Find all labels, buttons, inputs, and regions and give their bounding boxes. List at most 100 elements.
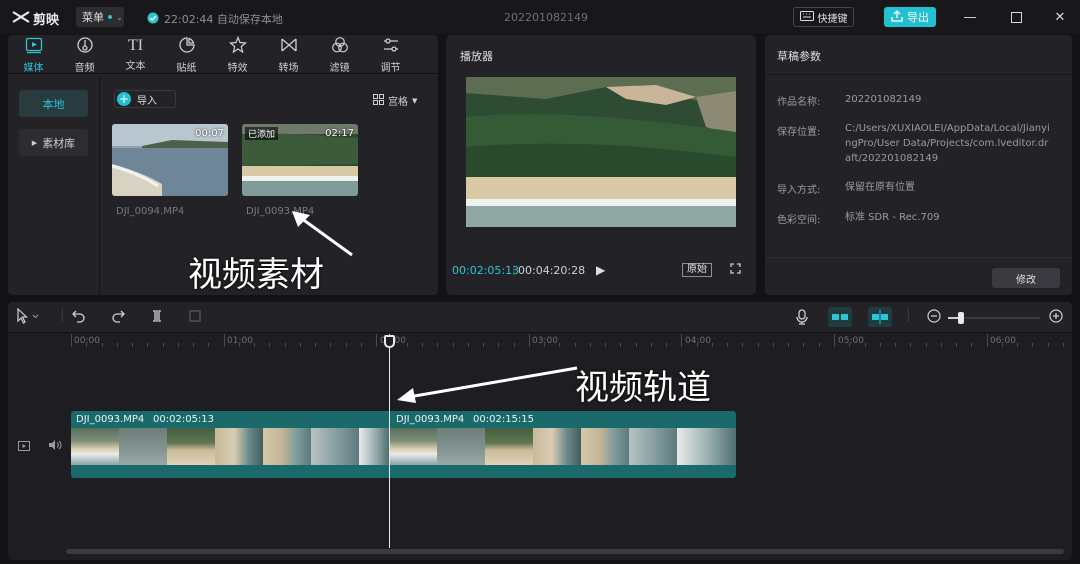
filmstrip-frame bbox=[437, 428, 485, 465]
current-time: 00:02:05:13 bbox=[452, 264, 520, 277]
tab-effects[interactable]: 特效 bbox=[212, 35, 263, 74]
media-clip-thumbnail[interactable]: 00:07 bbox=[112, 124, 228, 196]
player-title: 播放器 bbox=[460, 50, 493, 63]
redo-icon[interactable] bbox=[111, 309, 125, 327]
playhead-handle[interactable] bbox=[384, 335, 395, 348]
export-icon bbox=[891, 9, 903, 25]
grid-icon bbox=[373, 93, 384, 108]
tab-label: 媒体 bbox=[23, 62, 44, 74]
tab-label: 特效 bbox=[227, 62, 248, 74]
tab-label: 转场 bbox=[278, 62, 299, 74]
field-label: 保存位置: bbox=[777, 127, 821, 138]
audio-icon bbox=[76, 36, 94, 57]
zoom-in-icon[interactable] bbox=[1049, 309, 1063, 327]
video-track-icon bbox=[18, 441, 30, 454]
edit-button[interactable]: 修改 bbox=[992, 268, 1060, 288]
tick-label: 03:00 bbox=[532, 336, 558, 346]
save-status-text: 22:02:44 自动保存本地 bbox=[164, 13, 283, 26]
video-preview[interactable] bbox=[466, 77, 736, 227]
save-status: 22:02:44 自动保存本地 bbox=[147, 11, 283, 27]
menu-label: 菜单 bbox=[82, 11, 104, 24]
delete-icon[interactable] bbox=[188, 309, 202, 327]
snap-icon[interactable] bbox=[828, 307, 852, 331]
annotation-track: 视频轨道 bbox=[575, 368, 711, 408]
tab-label: 滤镜 bbox=[329, 62, 350, 74]
field-label: 作品名称: bbox=[777, 97, 821, 108]
timeline-panel: | | 00:00 01:00 03:00 04:00 05:00 06:00 … bbox=[8, 302, 1072, 560]
side-item-local[interactable]: 本地 bbox=[19, 90, 88, 117]
sticker-icon bbox=[178, 36, 196, 57]
tab-sticker[interactable]: 贴纸 bbox=[161, 35, 212, 74]
field-value: C:/Users/XUXIAOLEI/AppData/Local/Jianyin… bbox=[845, 123, 1050, 164]
split-icon[interactable] bbox=[150, 309, 164, 327]
menu-button[interactable]: 菜单 ⌄ bbox=[76, 7, 124, 27]
zoom-out-icon[interactable] bbox=[927, 309, 941, 327]
field-label: 色彩空间: bbox=[777, 215, 821, 226]
export-button[interactable]: 导出 bbox=[884, 7, 936, 27]
fullscreen-icon[interactable] bbox=[730, 263, 741, 277]
close-icon[interactable]: ✕ bbox=[1052, 9, 1068, 25]
filmstrip-frame bbox=[677, 428, 736, 465]
field-value: 202201082149 bbox=[845, 94, 922, 105]
filter-icon bbox=[331, 36, 349, 57]
media-clip-thumbnail[interactable]: 已添加 02:17 bbox=[242, 124, 358, 196]
tab-filter[interactable]: 滤镜 bbox=[314, 35, 365, 74]
video-track-clip[interactable]: DJI_0093.MP4 00:02:05:13 DJI_0093.MP4 00… bbox=[71, 411, 736, 478]
ratio-button[interactable]: 原始 bbox=[682, 263, 712, 277]
filmstrip-frame bbox=[263, 428, 311, 465]
field-value: 标准 SDR - Rec.709 bbox=[845, 212, 940, 223]
aerial-beach-preview-image bbox=[466, 77, 736, 227]
chevron-down-icon: ⌄ bbox=[116, 12, 123, 22]
total-time: 00:04:20:28 bbox=[518, 264, 586, 277]
media-panel: 媒体 音频 TI 文本 贴纸 特效 转场 滤镜 调节 本地 ▶ 素材库 + 导入… bbox=[8, 35, 438, 295]
export-label: 导出 bbox=[907, 11, 929, 24]
keyboard-icon bbox=[799, 10, 814, 24]
filmstrip-frame bbox=[629, 428, 677, 465]
timeline-ruler[interactable]: 00:00 01:00 02:00 03:00 04:00 05:00 06:0… bbox=[8, 334, 1072, 348]
track-clip-duration: 00:02:05:13 bbox=[153, 414, 215, 425]
filmstrip-frame bbox=[167, 428, 215, 465]
shortcut-button[interactable]: 快捷键 bbox=[793, 7, 854, 27]
tab-label: 贴纸 bbox=[176, 62, 197, 74]
player-panel: 播放器 00:02:05:13 | 00:04:20:28 ▶ 原始 bbox=[446, 35, 756, 295]
toolbar-divider: | bbox=[60, 307, 65, 323]
check-circle-icon bbox=[147, 12, 159, 27]
side-item-label: 素材库 bbox=[42, 136, 76, 150]
effects-icon bbox=[228, 35, 247, 57]
tab-media[interactable]: 媒体 bbox=[8, 35, 59, 74]
linkage-icon[interactable] bbox=[868, 307, 892, 331]
timeline-scrollbar[interactable] bbox=[66, 549, 1064, 554]
filmstrip-frame bbox=[311, 428, 359, 465]
zoom-slider-handle[interactable] bbox=[958, 312, 964, 324]
annotation-arrow-icon bbox=[397, 366, 578, 403]
media-icon bbox=[25, 36, 43, 57]
undo-icon[interactable] bbox=[72, 309, 86, 327]
filmstrip-frame bbox=[119, 428, 167, 465]
adjust-icon bbox=[382, 36, 400, 57]
play-icon[interactable]: ▶ bbox=[596, 263, 605, 277]
plus-icon: + bbox=[117, 92, 131, 106]
tab-transition[interactable]: 转场 bbox=[263, 35, 314, 74]
side-item-library[interactable]: ▶ 素材库 bbox=[19, 129, 88, 156]
shortcut-label: 快捷键 bbox=[817, 13, 848, 25]
tab-text[interactable]: TI 文本 bbox=[110, 35, 161, 74]
player-controls: 00:02:05:13 | 00:04:20:28 ▶ 原始 bbox=[446, 260, 756, 280]
select-tool-icon[interactable] bbox=[16, 307, 40, 328]
maximize-icon[interactable] bbox=[1008, 9, 1024, 25]
minimize-icon[interactable]: — bbox=[962, 9, 978, 25]
filmstrip-frame bbox=[359, 428, 389, 465]
tab-audio[interactable]: 音频 bbox=[59, 35, 110, 74]
microphone-icon[interactable] bbox=[796, 309, 808, 329]
import-button[interactable]: + 导入 bbox=[114, 90, 176, 108]
playhead[interactable] bbox=[389, 334, 390, 548]
filmstrip-frame bbox=[485, 428, 533, 465]
speaker-icon[interactable] bbox=[48, 439, 62, 454]
filmstrip-frame bbox=[71, 428, 119, 465]
view-mode-dropdown[interactable]: 宫格 ▼ bbox=[373, 93, 417, 108]
added-badge: 已添加 bbox=[245, 127, 279, 140]
caret-down-icon: ▼ bbox=[412, 96, 418, 105]
divider bbox=[765, 74, 1072, 75]
tab-adjust[interactable]: 调节 bbox=[365, 35, 416, 74]
tick-label: 05:00 bbox=[838, 336, 864, 346]
caret-right-icon: ▶ bbox=[31, 138, 38, 147]
